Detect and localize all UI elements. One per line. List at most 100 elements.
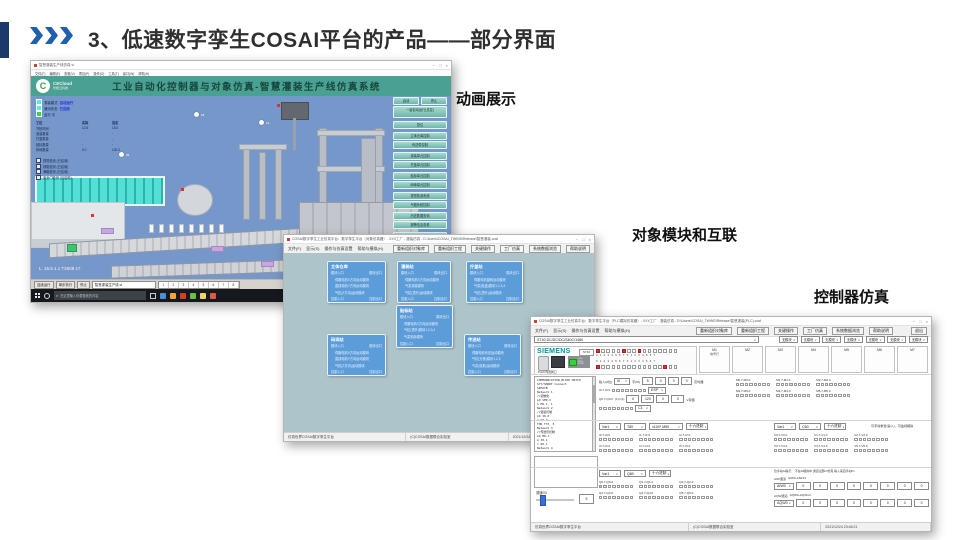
bit-checkbox[interactable] bbox=[749, 383, 752, 386]
module-box[interactable]: 码垛站模块入口模块出口伺服电机X方向运动模块直线电机Y方向运动模块气缸(Z方向)… bbox=[327, 334, 386, 376]
bit-checkbox[interactable] bbox=[805, 449, 808, 452]
module-slot[interactable]: M5 bbox=[831, 346, 862, 373]
bit-checkbox[interactable] bbox=[832, 449, 835, 452]
bit-checkbox[interactable] bbox=[836, 438, 839, 441]
close-icon[interactable]: × bbox=[446, 63, 448, 68]
bit-checkbox[interactable] bbox=[706, 438, 709, 441]
bit-checkbox[interactable] bbox=[665, 496, 668, 499]
bit-checkbox[interactable] bbox=[612, 389, 615, 392]
cpu-model-dropdown[interactable]: ST40 DC/DC/DC/S40C/1480∨ bbox=[534, 336, 759, 343]
bit-checkbox[interactable] bbox=[612, 438, 615, 441]
bit-checkbox[interactable] bbox=[819, 438, 822, 441]
bit-checkbox[interactable] bbox=[688, 496, 691, 499]
analog-value-box[interactable]: 0 bbox=[847, 482, 862, 490]
module-slot[interactable]: M7 bbox=[897, 346, 928, 373]
segment-cell[interactable]: 5 bbox=[199, 282, 209, 288]
filter-dropdown[interactable]: 十六进制∨ bbox=[824, 423, 846, 430]
bit-checkbox[interactable] bbox=[776, 383, 779, 386]
bit-checkbox[interactable] bbox=[872, 449, 875, 452]
bit-checkbox[interactable] bbox=[854, 438, 857, 441]
action-button[interactable]: 关键操作 bbox=[471, 245, 495, 253]
bit-checkbox[interactable] bbox=[825, 394, 828, 397]
bit-checkbox[interactable] bbox=[697, 449, 700, 452]
bit-checkbox[interactable] bbox=[661, 496, 664, 499]
bit-checkbox[interactable] bbox=[643, 389, 646, 392]
bit-checkbox[interactable] bbox=[796, 438, 799, 441]
bit-checkbox[interactable] bbox=[745, 383, 748, 386]
bit-checkbox[interactable] bbox=[679, 496, 682, 499]
scene-button[interactable]: 视觉检测系统 bbox=[393, 192, 447, 200]
bit-checkbox[interactable] bbox=[807, 394, 810, 397]
bit-checkbox[interactable] bbox=[789, 394, 792, 397]
io-select-dropdown[interactable]: I0∨ bbox=[614, 378, 630, 385]
led-bit[interactable] bbox=[658, 349, 662, 353]
checkbox[interactable] bbox=[36, 158, 41, 163]
bit-checkbox[interactable] bbox=[621, 449, 624, 452]
filter-dropdown[interactable]: Var1∨ bbox=[599, 470, 621, 477]
bit-checkbox[interactable] bbox=[648, 485, 651, 488]
bit-checkbox[interactable] bbox=[800, 438, 803, 441]
bit-checkbox[interactable] bbox=[603, 496, 606, 499]
bit-checkbox[interactable] bbox=[688, 438, 691, 441]
filter-dropdown[interactable]: T80∨ bbox=[624, 423, 646, 430]
action-button[interactable]: 工厂仿真 bbox=[500, 245, 524, 253]
scene-button[interactable]: 贴标单元控制 bbox=[393, 172, 447, 180]
value-box[interactable]: 0 bbox=[656, 395, 669, 403]
led-bit[interactable] bbox=[643, 365, 647, 369]
bit-checkbox[interactable] bbox=[867, 449, 870, 452]
bit-checkbox[interactable]: ✓ bbox=[652, 485, 655, 488]
led-bit[interactable] bbox=[601, 365, 605, 369]
menu-item[interactable]: 操作与仿真设置 bbox=[571, 328, 599, 334]
bit-checkbox[interactable] bbox=[859, 449, 862, 452]
action-button[interactable]: 系统数据浏览 bbox=[832, 327, 864, 335]
bit-checkbox[interactable] bbox=[688, 449, 691, 452]
value-box[interactable]: 0 bbox=[655, 377, 666, 385]
bit-checkbox[interactable] bbox=[783, 449, 786, 452]
bit-checkbox[interactable] bbox=[670, 438, 673, 441]
action-button[interactable]: 帮助说明 bbox=[869, 327, 893, 335]
module-box[interactable]: 灌装站模块入口模块出口伺服电机X方向运动模块气泵灌装模块气缸(顶升)运动模块控制… bbox=[397, 261, 451, 303]
bit-checkbox[interactable] bbox=[758, 394, 761, 397]
bit-checkbox[interactable] bbox=[706, 485, 709, 488]
bit-checkbox[interactable] bbox=[652, 438, 655, 441]
bit-checkbox[interactable] bbox=[625, 496, 628, 499]
action-button[interactable]: 重新组织工程 bbox=[434, 245, 466, 253]
bit-checkbox[interactable] bbox=[785, 394, 788, 397]
bit-checkbox[interactable] bbox=[625, 438, 628, 441]
led-bit[interactable] bbox=[606, 365, 610, 369]
bit-checkbox[interactable] bbox=[821, 394, 824, 397]
bit-checkbox[interactable] bbox=[608, 485, 611, 488]
bit-checkbox[interactable] bbox=[644, 438, 647, 441]
bit-checkbox[interactable] bbox=[608, 438, 611, 441]
led-bit[interactable] bbox=[596, 349, 600, 353]
bit-checkbox[interactable] bbox=[638, 389, 641, 392]
module-slot[interactable]: M6 bbox=[864, 346, 895, 373]
bit-checkbox[interactable] bbox=[625, 389, 628, 392]
taskbar-app-icon[interactable] bbox=[210, 293, 216, 299]
bit-checkbox[interactable] bbox=[834, 394, 837, 397]
bit-checkbox[interactable] bbox=[829, 394, 832, 397]
bit-checkbox[interactable] bbox=[644, 449, 647, 452]
scene-button[interactable]: 复位 bbox=[393, 121, 447, 129]
bit-checkbox[interactable] bbox=[630, 485, 633, 488]
module-box[interactable]: 立体仓库模块入口模块出口伺服电机X方向运动模块直线电机Y方向运动模块气缸(Z方向… bbox=[327, 261, 386, 303]
value-box[interactable]: 0 bbox=[668, 377, 679, 385]
bit-checkbox[interactable] bbox=[617, 438, 620, 441]
analog-value-box[interactable]: 0 bbox=[847, 499, 862, 507]
bit-checkbox[interactable] bbox=[648, 438, 651, 441]
bit-checkbox[interactable] bbox=[617, 496, 620, 499]
bit-checkbox[interactable] bbox=[657, 438, 660, 441]
filter-dropdown[interactable]: 十六进制∨ bbox=[649, 470, 671, 477]
bit-checkbox[interactable] bbox=[876, 449, 879, 452]
mode-dropdown[interactable]: ESP∨ bbox=[648, 387, 666, 394]
bit-checkbox[interactable] bbox=[612, 496, 615, 499]
bit-checkbox[interactable] bbox=[710, 485, 713, 488]
bit-checkbox[interactable] bbox=[802, 383, 805, 386]
bit-checkbox[interactable] bbox=[630, 407, 633, 410]
bit-checkbox[interactable] bbox=[710, 496, 713, 499]
bit-checkbox[interactable] bbox=[692, 438, 695, 441]
bit-checkbox[interactable] bbox=[603, 449, 606, 452]
analog-value-box[interactable]: 0 bbox=[880, 499, 895, 507]
bit-checkbox[interactable] bbox=[816, 383, 819, 386]
bit-checkbox[interactable] bbox=[665, 485, 668, 488]
